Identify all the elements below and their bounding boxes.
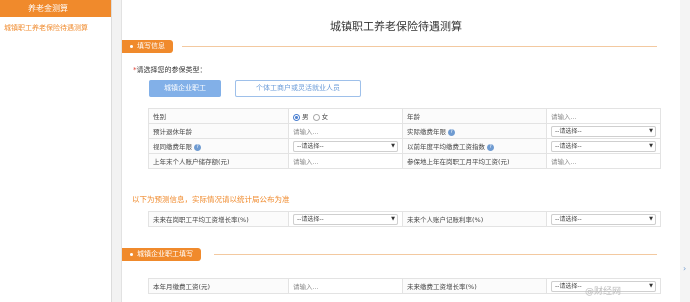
gender-radio-group: 男 女 [288, 108, 403, 124]
interest-rate-select[interactable]: --请选择-- ▼ [551, 213, 656, 225]
account-balance-input[interactable]: 请输入... [288, 153, 403, 169]
gender-male-label: 男 [302, 113, 309, 121]
deemed-years-label: 视同缴费年限 [153, 143, 192, 151]
age-input[interactable]: 请输入... [546, 108, 661, 124]
gender-female-radio[interactable] [312, 113, 320, 121]
age-label: 年龄 [402, 108, 547, 124]
interest-rate-select-cell: --请选择-- ▼ [546, 211, 661, 227]
chevron-down-icon: ▼ [391, 215, 395, 222]
interest-rate-select-value: --请选择-- [555, 215, 582, 223]
gender-male-radio[interactable] [293, 113, 300, 121]
chevron-down-icon: ▼ [649, 127, 653, 134]
insurance-type-text: 请选择您的参保类型： [136, 66, 207, 74]
paid-years-label: 实际缴费年限 [407, 128, 446, 136]
main-panel: 城镇职工养老保险待遇测算 填写信息 *请选择您的参保类型： 城镇企业职工 个体工… [122, 0, 680, 302]
watermark: @财经网 [585, 287, 622, 297]
avg-index-select[interactable]: --请选择-- ▼ [551, 140, 656, 152]
city-wage-label: 参保地上年在岗职工月平均工资(元) [402, 153, 547, 169]
section-tag-fill-info: 填写信息 [122, 40, 173, 53]
type-button-self-employed[interactable]: 个体工商户或灵活就业人员 [235, 80, 361, 97]
paid-years-label-cell: 实际缴费年限? [402, 123, 547, 139]
help-icon[interactable]: ? [448, 128, 455, 136]
chevron-down-icon: ▼ [391, 142, 395, 149]
paid-years-select[interactable]: --请选择-- ▼ [551, 125, 656, 137]
forecast-form-table: 未来在岗职工平均工资增长率(%) --请选择-- ▼ 未来个人账户记账利率(%) … [148, 211, 661, 227]
deemed-years-select[interactable]: --请选择-- ▼ [293, 140, 398, 152]
avg-index-select-cell: --请选择-- ▼ [546, 138, 661, 154]
table-row: 视同缴费年限? --请选择-- ▼ 以前年度平均缴费工资指数? --请选择-- ▼ [148, 138, 661, 154]
table-row: 本年月缴费工资(元) 请输入... 未来缴费工资增长率(%) --请选择-- ▼ [148, 278, 661, 294]
city-wage-input-placeholder: 请输入... [551, 158, 577, 166]
future-growth-label: 未来缴费工资增长率(%) [402, 278, 547, 294]
paid-years-select-cell: --请选择-- ▼ [546, 123, 661, 139]
chevron-down-icon: ▼ [649, 142, 653, 149]
section-divider [182, 46, 657, 47]
deemed-years-label-cell: 视同缴费年限? [148, 138, 289, 154]
help-icon[interactable]: ? [487, 143, 494, 151]
city-wage-input[interactable]: 请输入... [546, 153, 661, 169]
avg-index-label-cell: 以前年度平均缴费工资指数? [402, 138, 547, 154]
help-icon[interactable]: ? [194, 143, 201, 151]
sidebar: 养老金测算 城镇职工养老保险待遇测算 [0, 0, 112, 302]
gender-label: 性别 [148, 108, 289, 124]
insurance-type-label: *请选择您的参保类型： [133, 65, 207, 75]
sidebar-divider [112, 0, 122, 302]
age-input-placeholder: 请输入... [551, 113, 577, 121]
retire-age-input[interactable]: 请输入... [288, 123, 403, 139]
deemed-years-select-cell: --请选择-- ▼ [288, 138, 403, 154]
account-balance-label: 上年末个人账户储存额(元) [148, 153, 289, 169]
table-row: 性别 男 女 年龄 请输入... [148, 108, 661, 124]
page-title: 城镇职工养老保险待遇测算 [330, 20, 462, 33]
wage-growth-label: 未来在岗职工平均工资增长率(%) [148, 211, 289, 227]
paid-years-select-value: --请选择-- [555, 127, 582, 135]
section-divider [214, 254, 657, 255]
monthly-wage-label: 本年月缴费工资(元) [148, 278, 289, 294]
gender-female-label: 女 [321, 113, 329, 121]
type-button-urban-employee[interactable]: 城镇企业职工 [149, 80, 221, 97]
account-balance-input-placeholder: 请输入... [293, 158, 319, 166]
chevron-right-icon[interactable]: › [683, 264, 686, 273]
monthly-wage-input-placeholder: 请输入... [293, 283, 319, 291]
avg-index-label: 以前年度平均缴费工资指数 [407, 143, 485, 151]
future-growth-select-value: --请选择-- [555, 282, 582, 290]
forecast-notice: 以下为预测信息，实际情况请以统计局公布为准 [132, 195, 290, 204]
table-row: 未来在岗职工平均工资增长率(%) --请选择-- ▼ 未来个人账户记账利率(%) … [148, 211, 661, 227]
retire-age-label: 预计退休年龄 [148, 123, 289, 139]
scrollbar[interactable] [680, 0, 690, 302]
monthly-wage-input[interactable]: 请输入... [288, 278, 403, 294]
retire-age-input-placeholder: 请输入... [293, 128, 319, 136]
info-form-table: 性别 男 女 年龄 请输入... 预计退休年龄 请输入... 实际缴费年限? -… [148, 108, 661, 169]
avg-index-select-value: --请选择-- [555, 142, 582, 150]
table-row: 上年末个人账户储存额(元) 请输入... 参保地上年在岗职工月平均工资(元) 请… [148, 153, 661, 169]
deemed-years-select-value: --请选择-- [297, 142, 324, 150]
wage-growth-select-value: --请选择-- [297, 215, 324, 223]
table-row: 预计退休年龄 请输入... 实际缴费年限? --请选择-- ▼ [148, 123, 661, 139]
interest-rate-label: 未来个人账户记账利率(%) [402, 211, 547, 227]
chevron-down-icon: ▼ [649, 215, 653, 222]
wage-growth-select[interactable]: --请选择-- ▼ [293, 213, 398, 225]
sidebar-header[interactable]: 养老金测算 [0, 0, 111, 17]
section-tag-urban-employee: 城镇企业职工填写 [122, 248, 201, 261]
sidebar-item-pension-calculator[interactable]: 城镇职工养老保险待遇测算 [0, 17, 111, 33]
wage-growth-select-cell: --请选择-- ▼ [288, 211, 403, 227]
chevron-down-icon: ▼ [649, 282, 653, 289]
